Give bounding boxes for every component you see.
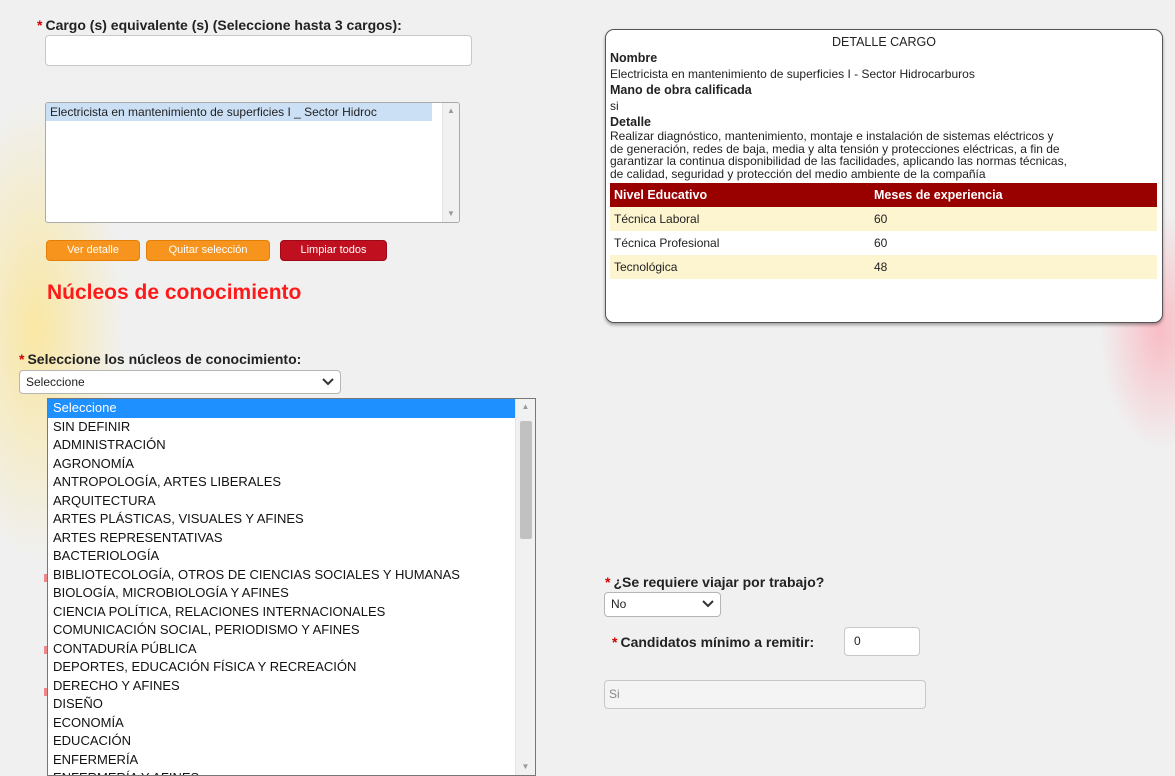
dropdown-option[interactable]: ARTES PLÁSTICAS, VISUALES Y AFINES (48, 510, 515, 529)
detalle-line: de calidad, seguridad y protección del m… (610, 166, 986, 181)
ver-detalle-button[interactable]: Ver detalle (46, 240, 140, 261)
candidatos-label: * Candidatos mínimo a remitir: (612, 634, 814, 650)
extra-readonly-field: Si (604, 680, 926, 709)
dropdown-option[interactable]: SIN DEFINIR (48, 418, 515, 437)
candidatos-input-value: 0 (854, 634, 861, 648)
dropdown-option[interactable]: DISEÑO (48, 695, 515, 714)
table-row: Técnica Profesional 60 (610, 231, 1157, 255)
detalle-line: Realizar diagnóstico, mantenimiento, mon… (610, 129, 1054, 143)
candidatos-input[interactable]: 0 (844, 627, 920, 656)
dropdown-scrollbar[interactable]: ▲ ▼ (515, 399, 535, 775)
table-cell: 60 (870, 231, 1157, 255)
table-cell: Tecnológica (610, 255, 870, 279)
dropdown-option[interactable]: BIOLOGÍA, MICROBIOLOGÍA Y AFINES (48, 584, 515, 603)
required-asterisk: * (612, 634, 618, 650)
required-asterisk: * (19, 351, 25, 367)
table-cell: Técnica Profesional (610, 231, 870, 255)
dropdown-option[interactable]: ARTES REPRESENTATIVAS (48, 529, 515, 548)
dropdown-option[interactable]: ARQUITECTURA (48, 492, 515, 511)
scroll-down-icon[interactable]: ▼ (516, 759, 535, 775)
table-cell: Técnica Laboral (610, 207, 870, 231)
cargo-label-text: Cargo (s) equivalente (s) (Seleccione ha… (45, 17, 402, 33)
quitar-seleccion-button[interactable]: Quitar selección (146, 240, 270, 261)
dropdown-option[interactable]: ANTROPOLOGÍA, ARTES LIBERALES (48, 473, 515, 492)
list-item[interactable]: Electricista en mantenimiento de superfi… (46, 103, 432, 121)
scroll-up-icon[interactable]: ▲ (516, 399, 535, 415)
dropdown-option[interactable]: BACTERIOLOGÍA (48, 547, 515, 566)
nombre-label: Nombre (610, 51, 658, 65)
scrollbar-thumb[interactable] (520, 421, 532, 539)
viajar-select[interactable]: No (604, 592, 721, 617)
nucleos-label-text: Seleccione los núcleos de conocimiento: (27, 351, 302, 367)
dropdown-option[interactable]: BIBLIOTECOLOGÍA, OTROS DE CIENCIAS SOCIA… (48, 566, 515, 585)
mano-obra-label: Mano de obra calificada (610, 83, 752, 97)
detalle-label: Detalle (610, 115, 651, 129)
dropdown-option[interactable]: EDUCACIÓN (48, 732, 515, 751)
dropdown-option[interactable]: AGRONOMÍA (48, 455, 515, 474)
mano-obra-value: si (610, 99, 619, 113)
dropdown-option[interactable]: CIENCIA POLÍTICA, RELACIONES INTERNACION… (48, 603, 515, 622)
education-table: Nivel Educativo Meses de experiencia Téc… (610, 183, 1157, 279)
table-cell: 48 (870, 255, 1157, 279)
dropdown-items: Seleccione SIN DEFINIR ADMINISTRACIÓN AGRON… (48, 399, 515, 775)
required-asterisk: * (605, 574, 611, 590)
dropdown-option[interactable]: ECONOMÍA (48, 714, 515, 733)
table-cell: 60 (870, 207, 1157, 231)
viajar-label: * ¿Se requiere viajar por trabajo? (605, 574, 824, 590)
dropdown-option[interactable]: DEPORTES, EDUCACIÓN FÍSICA Y RECREACIÓN (48, 658, 515, 677)
nucleos-label: * Seleccione los núcleos de conocimiento: (19, 351, 301, 367)
detalle-title: DETALLE CARGO (832, 35, 936, 49)
dropdown-option[interactable]: Seleccione (48, 399, 515, 418)
dropdown-option[interactable]: ADMINISTRACIÓN (48, 436, 515, 455)
dropdown-option[interactable]: COMUNICACIÓN SOCIAL, PERIODISMO Y AFINES (48, 621, 515, 640)
viajar-select-value: No (611, 597, 627, 611)
listbox-scrollbar[interactable]: ▲ ▼ (442, 103, 459, 222)
chevron-down-icon (702, 600, 714, 608)
table-row: Tecnológica 48 (610, 255, 1157, 279)
scroll-up-icon[interactable]: ▲ (443, 103, 459, 119)
table-header: Nivel Educativo (610, 183, 870, 207)
extra-readonly-field-value: Si (609, 687, 620, 701)
dropdown-option[interactable]: DERECHO Y AFINES (48, 677, 515, 696)
cargo-label: * Cargo (s) equivalente (s) (Seleccione h… (37, 17, 402, 33)
detalle-line: garantizar la continua disponibilidad de… (610, 154, 1067, 168)
scroll-down-icon[interactable]: ▼ (443, 206, 459, 222)
section-title: Núcleos de conocimiento (47, 281, 302, 304)
table-header: Meses de experiencia (870, 183, 1157, 207)
cargo-search-input[interactable] (45, 35, 472, 66)
required-asterisk: * (37, 17, 43, 33)
dropdown-option[interactable]: CONTADURÍA PÚBLICA (48, 640, 515, 659)
dropdown-option[interactable]: ENFERMERÍA Y AFINES (48, 769, 515, 775)
candidatos-label-text: Candidatos mínimo a remitir: (620, 634, 815, 650)
nucleos-dropdown-list[interactable]: Seleccione SIN DEFINIR ADMINISTRACIÓN AGRON… (47, 398, 536, 776)
nombre-value: Electricista en mantenimiento de superfi… (610, 67, 975, 81)
nucleos-select-value: Seleccione (26, 375, 85, 389)
cargo-selected-listbox[interactable]: Electricista en mantenimiento de superfi… (45, 102, 460, 223)
dropdown-option[interactable]: ENFERMERÍA (48, 751, 515, 770)
nucleos-select[interactable]: Seleccione (19, 370, 341, 394)
detalle-cargo-panel: DETALLE CARGO Nombre Electricista en man… (605, 29, 1163, 323)
limpiar-todos-button[interactable]: Limpiar todos (280, 240, 387, 261)
viajar-label-text: ¿Se requiere viajar por trabajo? (613, 574, 825, 590)
table-row: Técnica Laboral 60 (610, 207, 1157, 231)
chevron-down-icon (322, 378, 334, 386)
